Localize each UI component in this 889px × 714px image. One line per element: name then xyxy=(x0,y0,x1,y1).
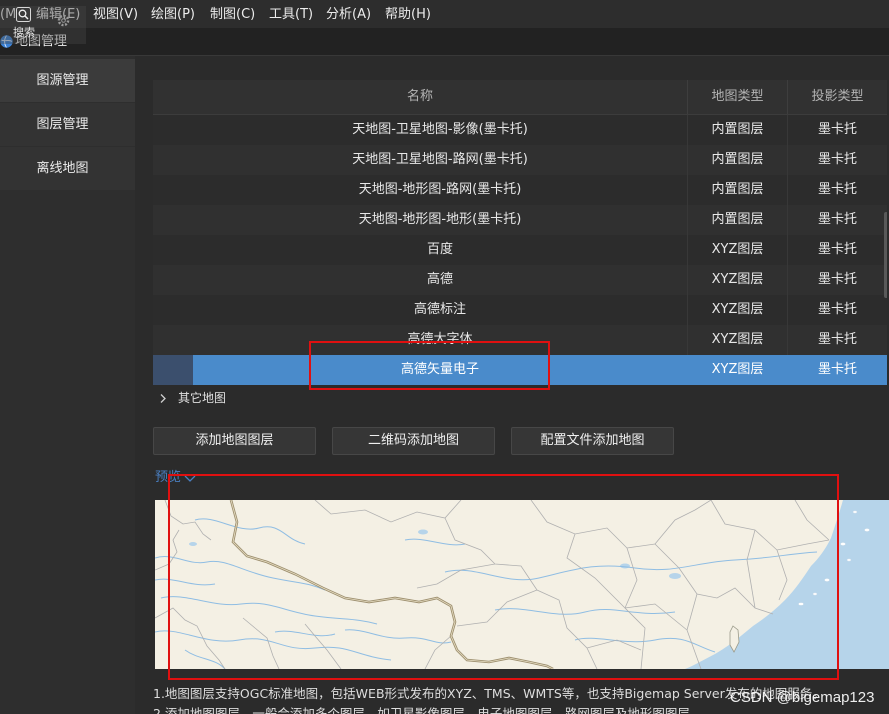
sidebar-item-source-management[interactable]: 图源管理 xyxy=(0,59,135,102)
highlight-box-preview xyxy=(168,474,839,680)
table-row[interactable]: 百度 XYZ图层 墨卡托 xyxy=(153,235,887,265)
cell-map-type: 内置图层 xyxy=(687,145,787,175)
menu-analysis[interactable]: 分析(A) xyxy=(326,6,371,24)
watermark: CSDN @bigemap123 xyxy=(730,689,875,706)
table-row[interactable]: 高德 XYZ图层 墨卡托 xyxy=(153,265,887,295)
cell-projection: 墨卡托 xyxy=(787,115,887,145)
menu-cartography[interactable]: 制图(C) xyxy=(210,6,255,24)
cell-projection: 墨卡托 xyxy=(787,295,887,325)
row-indent xyxy=(153,355,193,385)
cell-projection: 墨卡托 xyxy=(787,265,887,295)
qr-add-map-button[interactable]: 二维码添加地图 xyxy=(332,427,495,455)
table-row[interactable]: 天地图-卫星地图-路网(墨卡托) 内置图层 墨卡托 xyxy=(153,145,887,175)
table-row[interactable]: 天地图-地形图-地形(墨卡托) 内置图层 墨卡托 xyxy=(153,205,887,235)
cell-name: 高德 xyxy=(426,272,453,287)
search-label[interactable]: 搜索 xyxy=(13,27,35,39)
menu-draw[interactable]: 绘图(P) xyxy=(151,6,195,24)
menu-view[interactable]: 视图(V) xyxy=(93,6,138,24)
gear-icon[interactable] xyxy=(57,14,70,27)
menu-tools[interactable]: 工具(T) xyxy=(269,6,313,24)
cell-name: 天地图-地形图-地形(墨卡托) xyxy=(358,212,522,227)
search-popup: 搜索 xyxy=(0,6,86,44)
add-map-layer-button[interactable]: 添加地图图层 xyxy=(153,427,316,455)
cell-name: 天地图-卫星地图-影像(墨卡托) xyxy=(352,122,528,137)
cell-map-type: XYZ图层 xyxy=(687,295,787,325)
table-row[interactable]: 天地图-卫星地图-影像(墨卡托) 内置图层 墨卡托 xyxy=(153,115,887,145)
config-file-add-map-button[interactable]: 配置文件添加地图 xyxy=(511,427,674,455)
column-header-map-type[interactable]: 地图类型 xyxy=(687,80,787,114)
sidebar-item-layer-management[interactable]: 图层管理 xyxy=(0,103,135,146)
cell-map-type: 内置图层 xyxy=(687,175,787,205)
table-header: 名称 地图类型 投影类型 xyxy=(153,80,887,115)
search-icon[interactable] xyxy=(16,7,31,22)
cell-map-type: XYZ图层 xyxy=(687,265,787,295)
chevron-right-icon[interactable] xyxy=(159,393,167,404)
highlight-box-selected-row xyxy=(309,341,550,390)
cell-map-type: XYZ图层 xyxy=(687,235,787,265)
cell-projection: 墨卡托 xyxy=(787,205,887,235)
cell-map-type: XYZ图层 xyxy=(687,355,787,385)
cell-projection: 墨卡托 xyxy=(787,325,887,355)
cell-name: 百度 xyxy=(426,242,453,257)
column-header-name[interactable]: 名称 xyxy=(153,80,687,114)
window-titlebar: 地图管理 xyxy=(0,28,889,56)
group-label: 其它地图 xyxy=(178,391,227,405)
cell-map-type: 内置图层 xyxy=(687,115,787,145)
table-row[interactable]: 高德标注 XYZ图层 墨卡托 xyxy=(153,295,887,325)
menu-bar: (M 编辑(E) 视图(V) 绘图(P) 制图(C) 工具(T) 分析(A) 帮… xyxy=(0,0,889,28)
cell-projection: 墨卡托 xyxy=(787,355,887,385)
cell-name: 高德标注 xyxy=(413,302,466,317)
sidebar: 图源管理 图层管理 离线地图 xyxy=(0,56,135,714)
cell-projection: 墨卡托 xyxy=(787,145,887,175)
table-row[interactable]: 天地图-地形图-路网(墨卡托) 内置图层 墨卡托 xyxy=(153,175,887,205)
cell-map-type: 内置图层 xyxy=(687,205,787,235)
column-header-projection[interactable]: 投影类型 xyxy=(787,80,887,114)
cell-projection: 墨卡托 xyxy=(787,175,887,205)
cell-projection: 墨卡托 xyxy=(787,235,887,265)
cell-name: 天地图-卫星地图-路网(墨卡托) xyxy=(352,152,528,167)
menu-help[interactable]: 帮助(H) xyxy=(385,6,431,24)
cell-map-type: XYZ图层 xyxy=(687,325,787,355)
sidebar-item-offline-map[interactable]: 离线地图 xyxy=(0,147,135,190)
table-scrollbar[interactable] xyxy=(884,212,887,298)
app-window: (M 编辑(E) 视图(V) 绘图(P) 制图(C) 工具(T) 分析(A) 帮… xyxy=(0,0,889,714)
cell-name: 天地图-地形图-路网(墨卡托) xyxy=(358,182,522,197)
